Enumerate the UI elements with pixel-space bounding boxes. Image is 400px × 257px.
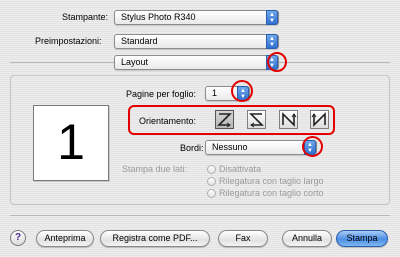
borders-value: Nessuno <box>212 142 248 152</box>
pages-per-sheet-value: 1 <box>212 88 218 98</box>
borders-label: Bordi: <box>180 143 204 153</box>
preview-page-number: 1 <box>57 114 85 170</box>
updown-arrows-icon: ▲ ▼ <box>266 34 278 49</box>
printer-select[interactable]: Stylus Photo R340 ▲ ▼ <box>114 10 279 25</box>
presets-value: Standard <box>121 36 158 46</box>
highlight-circle <box>267 52 287 72</box>
reverse-z-icon <box>249 113 264 128</box>
printer-label: Stampante: <box>62 12 109 22</box>
duplex-off-radio[interactable] <box>207 165 216 174</box>
highlight-circle <box>231 80 253 102</box>
orientation-n-button[interactable] <box>279 110 298 129</box>
z-icon <box>217 113 232 128</box>
highlight-circle <box>302 136 323 157</box>
preview-button[interactable]: Anteprima <box>36 230 94 247</box>
pages-per-sheet-label: Pagine per foglio: <box>126 89 197 99</box>
separator <box>10 215 390 216</box>
duplex-long-edge-label: Rilegatura con taglio largo <box>219 176 324 186</box>
borders-select[interactable]: Nessuno ▲ ▼ <box>205 140 317 155</box>
orientation-label: Orientamento: <box>139 116 197 126</box>
orientation-reverse-z-button[interactable] <box>247 110 266 129</box>
orientation-z-button[interactable] <box>215 110 234 129</box>
orientation-reverse-n-button[interactable] <box>310 110 329 129</box>
duplex-short-edge-radio[interactable] <box>207 189 216 198</box>
duplex-off-label: Disattivata <box>219 164 262 174</box>
duplex-short-edge-label: Rilegatura con taglio corto <box>219 188 324 198</box>
save-as-pdf-button[interactable]: Registra come PDF... <box>100 230 210 247</box>
presets-select[interactable]: Standard ▲ ▼ <box>114 34 279 49</box>
print-button[interactable]: Stampa <box>336 230 388 247</box>
cancel-button[interactable]: Annulla <box>282 230 332 247</box>
fax-button[interactable]: Fax <box>218 230 268 247</box>
presets-label: Preimpostazioni: <box>35 36 102 46</box>
duplex-label: Stampa due lati: <box>122 164 188 174</box>
page-preview: 1 <box>33 105 109 181</box>
panel-value: Layout <box>121 57 149 67</box>
duplex-long-edge-radio[interactable] <box>207 177 216 186</box>
reverse-n-icon <box>311 112 326 127</box>
n-icon <box>282 112 297 127</box>
updown-arrows-icon: ▲ ▼ <box>266 10 278 25</box>
panel-select[interactable]: Layout ▲ ▼ <box>114 55 279 70</box>
help-button[interactable]: ? <box>10 230 26 246</box>
printer-value: Stylus Photo R340 <box>121 12 196 22</box>
